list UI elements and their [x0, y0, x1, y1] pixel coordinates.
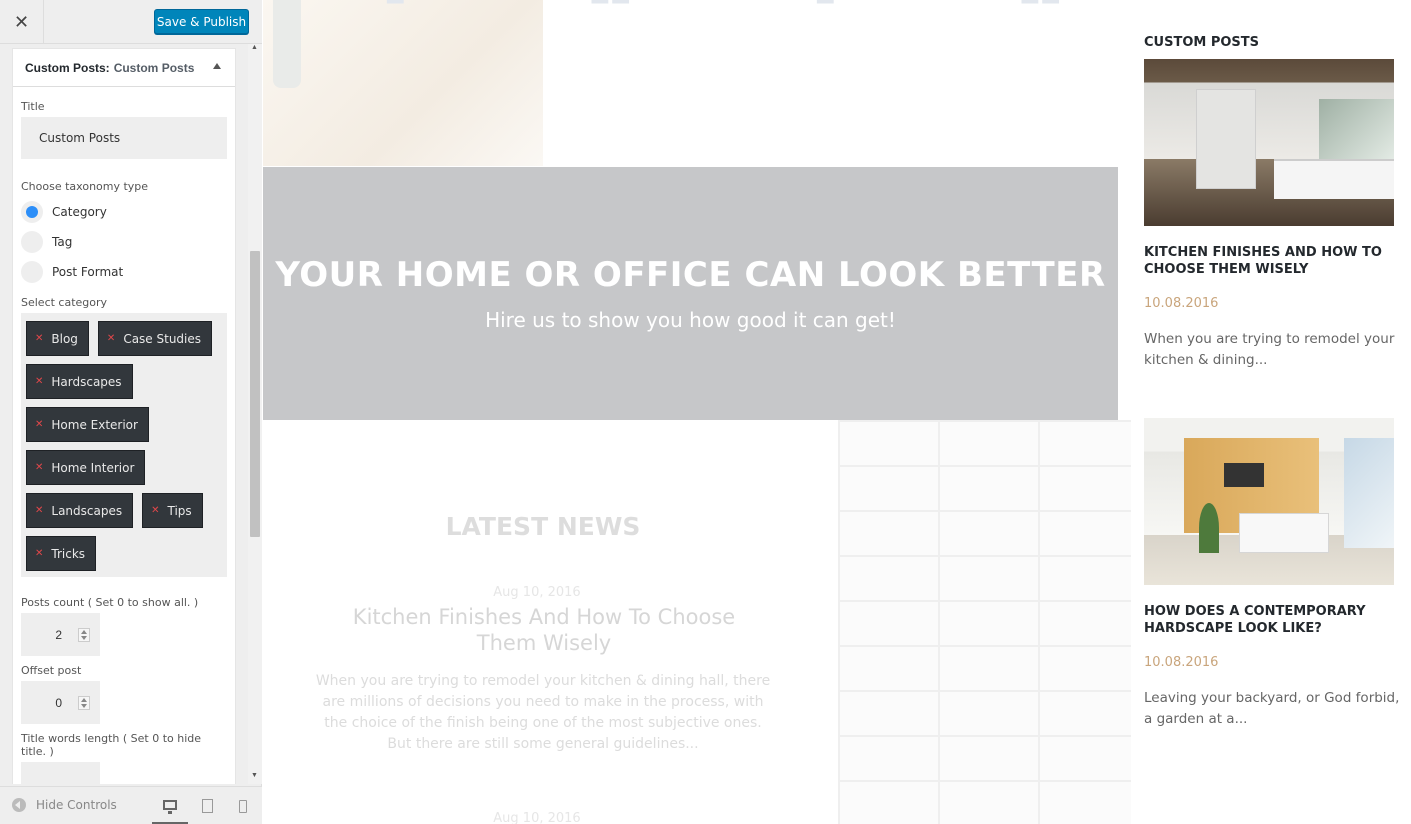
close-icon[interactable]: ✕ — [0, 0, 44, 44]
tablet-icon — [201, 799, 213, 813]
radio-category[interactable]: Category — [21, 197, 227, 227]
panel-title: Custom Posts: — [25, 60, 110, 75]
scrollbar-thumb[interactable] — [250, 251, 260, 537]
category-chip[interactable]: ✕ Tips — [142, 493, 203, 528]
remove-icon[interactable]: ✕ — [151, 505, 159, 516]
customizer-header: ✕ Save & Publish — [0, 0, 262, 44]
posts-count-stepper[interactable]: 2 — [21, 613, 100, 656]
post-date: 10.08.2016 — [1144, 655, 1219, 670]
scroll-down-icon[interactable]: ▼ — [251, 772, 258, 779]
chip-label: Home Exterior — [51, 417, 138, 432]
hero-subtitle: Hire us to show you how good it can get! — [485, 308, 896, 332]
radio-label: Post Format — [52, 265, 124, 279]
site-preview: ▬ ▬▬ ▬ ▬▬ YOUR HOME OR OFFICE CAN LOOK B… — [263, 0, 1411, 824]
news-date: Aug 10, 2016 — [493, 811, 581, 824]
sidebar-scrollbar[interactable]: ▲ ▼ — [248, 44, 262, 784]
mobile-preview-button[interactable] — [225, 787, 261, 824]
tablet-preview-button[interactable] — [189, 787, 225, 824]
hero-banner: YOUR HOME OR OFFICE CAN LOOK BETTER Hire… — [263, 167, 1118, 420]
chip-label: Home Interior — [51, 460, 135, 475]
chip-label: Landscapes — [51, 503, 123, 518]
posts-count-label: Posts count ( Set 0 to show all. ) — [21, 596, 199, 609]
category-chip[interactable]: ✕ Blog — [26, 321, 89, 356]
category-chip[interactable]: ✕ Tricks — [26, 536, 97, 571]
mobile-icon — [239, 799, 247, 813]
customizer-sidebar: ✕ Save & Publish Custom Posts: Custom Po… — [0, 0, 262, 824]
desktop-icon — [163, 799, 177, 814]
radio-label: Tag — [52, 235, 73, 249]
offset-stepper[interactable]: 0 — [21, 681, 100, 724]
desktop-preview-button[interactable] — [152, 787, 188, 824]
remove-icon[interactable]: ✕ — [35, 376, 43, 387]
collapse-sidebar-icon — [12, 798, 26, 812]
category-select[interactable]: ✕ Blog ✕ Case Studies ✕ Hardscapes ✕ Home Ex… — [21, 313, 227, 577]
hero-title: YOUR HOME OR OFFICE CAN LOOK BETTER — [275, 255, 1106, 295]
radio-label: Category — [52, 205, 107, 219]
offset-value: 0 — [55, 695, 62, 710]
chip-label: Tricks — [51, 546, 86, 561]
category-chip[interactable]: ✕ Home Interior — [26, 450, 146, 485]
post-title-link[interactable]: HOW DOES A CONTEMPORARY HARDSCAPE LOOK L… — [1144, 603, 1384, 637]
chip-label: Case Studies — [123, 331, 202, 346]
remove-icon[interactable]: ✕ — [35, 333, 43, 344]
custom-posts-panel: Custom Posts: Custom Posts Title Choose … — [12, 48, 236, 784]
category-chip[interactable]: ✕ Landscapes — [26, 493, 134, 528]
controls-scroll-area: Custom Posts: Custom Posts Title Choose … — [0, 44, 262, 784]
spinner-arrows-icon[interactable] — [78, 696, 90, 710]
brick-wall-photo — [838, 420, 1131, 824]
post-date: 10.08.2016 — [1144, 296, 1219, 311]
chip-label: Tips — [167, 503, 192, 518]
post-excerpt: Leaving your backyard, or God forbid, a … — [1144, 690, 1400, 727]
hide-controls-button[interactable]: Hide Controls — [12, 798, 117, 812]
radio-tag[interactable]: Tag — [21, 227, 227, 257]
scroll-up-icon[interactable]: ▲ — [251, 44, 258, 51]
remove-icon[interactable]: ✕ — [107, 333, 115, 344]
partner-logos-strip: ▬ ▬▬ ▬ ▬▬ — [293, 0, 1153, 14]
chip-label: Hardscapes — [51, 374, 122, 389]
panel-body: Title Choose taxonomy type Category Tag … — [13, 87, 235, 784]
panel-subtitle: Custom Posts — [113, 60, 195, 75]
category-chip[interactable]: ✕ Hardscapes — [26, 364, 133, 399]
radio-selected-icon[interactable] — [21, 201, 43, 223]
chip-label: Blog — [51, 331, 78, 346]
title-input[interactable] — [21, 117, 227, 159]
radio-unselected-icon[interactable] — [21, 261, 43, 283]
spinner-arrows-icon[interactable] — [78, 628, 90, 642]
remove-icon[interactable]: ✕ — [35, 548, 43, 559]
post-thumbnail-living-room[interactable] — [1144, 418, 1394, 585]
title-words-stepper[interactable] — [21, 762, 100, 784]
offset-label: Offset post — [21, 664, 82, 677]
post-thumbnail-kitchen[interactable] — [1144, 59, 1394, 226]
post-excerpt: When you are trying to remodel your kitc… — [1144, 331, 1395, 368]
title-label: Title — [21, 100, 45, 113]
customizer-footer: Hide Controls — [0, 786, 262, 824]
category-label: Select category — [21, 296, 108, 309]
widget-title: CUSTOM POSTS — [1144, 35, 1260, 50]
custom-posts-widget: CUSTOM POSTS KITCHEN FINISHES AND HOW TO… — [1143, 0, 1411, 824]
radio-post-format[interactable]: Post Format — [21, 257, 227, 287]
save-publish-button[interactable]: Save & Publish — [154, 9, 249, 34]
news-excerpt: When you are trying to remodel your kitc… — [315, 673, 771, 752]
panel-header[interactable]: Custom Posts: Custom Posts — [13, 49, 235, 87]
interior-photo — [263, 0, 543, 166]
remove-icon[interactable]: ✕ — [35, 505, 43, 516]
post-title-link[interactable]: KITCHEN FINISHES AND HOW TO CHOOSE THEM … — [1144, 244, 1384, 278]
radio-unselected-icon[interactable] — [21, 231, 43, 253]
taxonomy-label: Choose taxonomy type — [21, 180, 149, 193]
category-chip[interactable]: ✕ Case Studies — [97, 321, 213, 356]
posts-count-value: 2 — [55, 627, 62, 642]
news-headline-link[interactable]: Kitchen Finishes And How To Choose Them … — [321, 604, 767, 656]
title-words-label: Title words length ( Set 0 to hide title… — [21, 732, 202, 758]
collapse-arrow-icon[interactable] — [213, 63, 221, 69]
category-chip[interactable]: ✕ Home Exterior — [26, 407, 149, 442]
latest-news-title: LATEST NEWS — [445, 512, 641, 541]
news-date: Aug 10, 2016 — [493, 585, 581, 600]
remove-icon[interactable]: ✕ — [35, 462, 43, 473]
remove-icon[interactable]: ✕ — [35, 419, 43, 430]
hide-controls-label: Hide Controls — [36, 798, 117, 812]
